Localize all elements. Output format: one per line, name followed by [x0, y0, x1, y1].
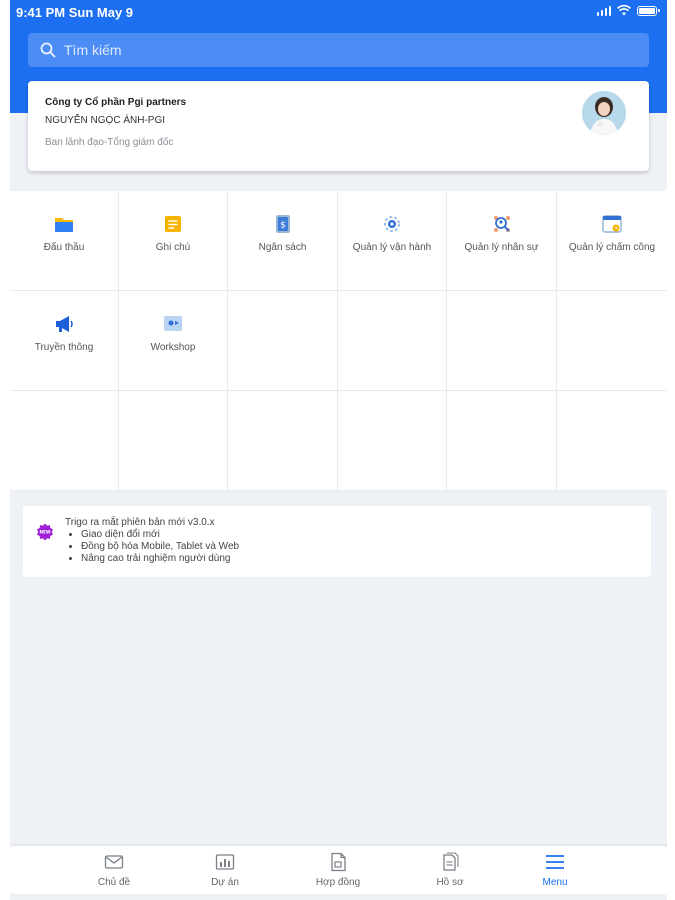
empty-cell — [338, 291, 447, 391]
tab-label: Dự án — [211, 877, 239, 888]
menu-item-quan-ly-van-hanh[interactable]: Quản lý vận hành — [338, 191, 447, 291]
menu-item-label: Ghi chú — [155, 242, 191, 253]
hr-icon — [493, 216, 510, 232]
empty-cell — [557, 291, 667, 391]
svg-text:$: $ — [280, 221, 286, 231]
notice-bullet: Giao diện đổi mới — [81, 529, 239, 541]
menu-item-quan-ly-cham-cong[interactable]: Quản lý chấm công — [557, 191, 667, 291]
tab-label: Hồ sơ — [436, 877, 464, 888]
empty-cell — [447, 391, 557, 491]
new-badge-text: NEW — [40, 530, 51, 535]
folder-icon — [55, 218, 73, 232]
tab-label: Menu — [542, 877, 568, 888]
mail-icon — [104, 855, 124, 869]
chart-icon — [215, 854, 235, 870]
tab-hop-dong[interactable]: Hợp đồng — [298, 846, 378, 894]
menu-item-label: Quản lý vận hành — [352, 242, 432, 253]
empty-cell — [119, 391, 228, 491]
menu-item-ghi-chu[interactable]: Ghi chú — [119, 191, 228, 291]
user-role: Ban lãnh đạo-Tổng giám đốc — [45, 137, 174, 148]
megaphone-icon — [56, 316, 73, 332]
notice-title: Trigo ra mắt phiên bản mới v3.0.x — [65, 517, 215, 528]
tab-du-an[interactable]: Dự án — [185, 846, 265, 894]
menu-item-label: Đấu thầu — [43, 242, 85, 253]
wifi-icon — [617, 5, 631, 16]
tab-chu-de[interactable]: Chủ đề — [74, 846, 154, 894]
battery-icon — [637, 5, 660, 16]
documents-icon — [443, 852, 459, 871]
empty-cell — [447, 291, 557, 391]
notice-bullets: Giao diện đổi mới Đồng bộ hóa Mobile, Ta… — [81, 529, 239, 565]
empty-cell — [228, 291, 338, 391]
tab-label: Chủ đề — [97, 877, 131, 888]
tab-ho-so[interactable]: Hồ sơ — [410, 846, 490, 894]
notice-bullet: Đồng bộ hóa Mobile, Tablet và Web — [81, 541, 239, 553]
avatar[interactable] — [582, 91, 626, 135]
tab-label: Hợp đồng — [315, 877, 361, 888]
menu-item-label: Truyền thông — [34, 342, 94, 353]
status-bar: 9:41 PM Sun May 9 — [10, 0, 667, 24]
empty-cell — [338, 391, 447, 491]
empty-cell — [228, 391, 338, 491]
menu-item-label: Workshop — [150, 342, 196, 353]
new-badge-icon: NEW — [37, 523, 53, 541]
menu-item-workshop[interactable]: Workshop — [119, 291, 228, 391]
menu-item-dau-thau[interactable]: Đấu thầu — [10, 191, 119, 291]
empty-cell — [10, 391, 119, 491]
user-name: NGUYỄN NGỌC ÁNH-PGI — [45, 115, 166, 126]
notice-bullet: Nâng cao trải nghiệm người dùng — [81, 553, 239, 565]
menu-item-label: Quản lý nhân sự — [464, 242, 539, 253]
menu-icon — [546, 855, 564, 869]
app-screen: 9:41 PM Sun May 9 Tìm kiếm Công ty Cổ ph… — [10, 0, 667, 900]
menu-item-quan-ly-nhan-su[interactable]: Quản lý nhân sự — [447, 191, 557, 291]
workshop-icon — [164, 316, 182, 331]
budget-icon: $ — [275, 215, 290, 233]
menu-item-truyen-thong[interactable]: Truyền thông — [10, 291, 119, 391]
company-name: Công ty Cổ phần Pgi partners — [45, 97, 187, 108]
status-icons — [596, 5, 660, 16]
contract-icon — [331, 852, 346, 872]
status-time: 9:41 PM Sun May 9 — [16, 5, 134, 20]
menu-item-label: Quản lý chấm công — [568, 242, 656, 253]
bottom-tab-bar: Chủ đề Dự án Hợp đồng Hồ sơ Menu — [10, 846, 667, 894]
search-bar[interactable]: Tìm kiếm — [28, 33, 649, 67]
profile-card[interactable]: Công ty Cổ phần Pgi partners NGUYỄN NGỌC… — [28, 81, 649, 171]
menu-item-label: Ngân sách — [258, 242, 307, 253]
calendar-icon — [602, 215, 622, 233]
operations-icon — [384, 216, 400, 232]
feature-grid: Đấu thầu Ghi chú $ Ngân sách Quản lý vận… — [10, 191, 667, 491]
menu-item-ngan-sach[interactable]: $ Ngân sách — [228, 191, 338, 291]
search-placeholder: Tìm kiếm — [64, 42, 122, 58]
tab-menu[interactable]: Menu — [515, 846, 595, 894]
search-icon — [40, 42, 56, 58]
release-notice[interactable]: NEW Trigo ra mắt phiên bản mới v3.0.x Gi… — [23, 506, 651, 577]
note-icon — [165, 216, 181, 232]
empty-cell — [557, 391, 667, 491]
cellular-signal-icon — [596, 5, 611, 16]
